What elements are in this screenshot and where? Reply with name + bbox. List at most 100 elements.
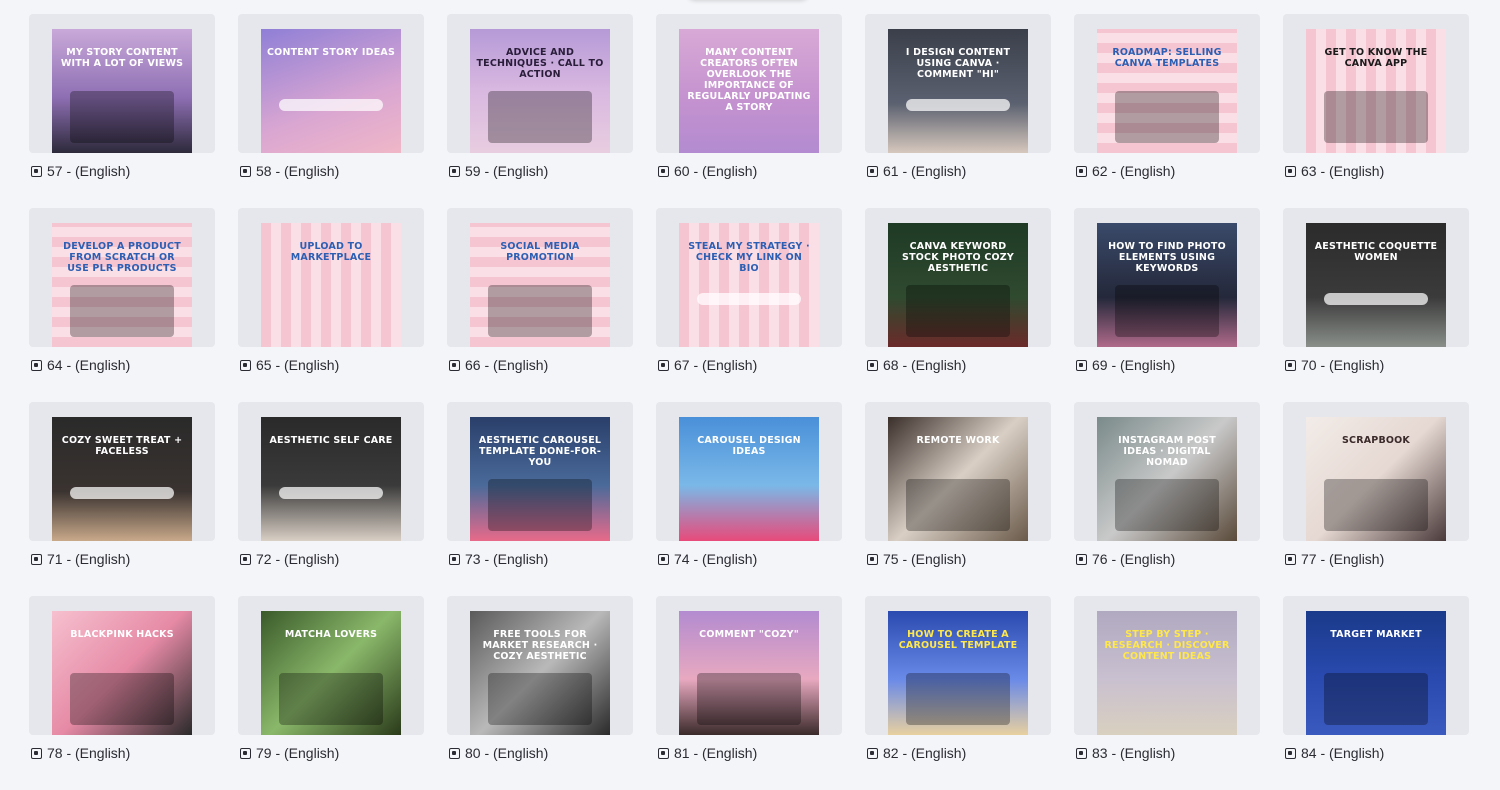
template-thumbnail[interactable]: Aesthetic self care <box>261 417 401 541</box>
template-thumbnail[interactable]: Blackpink hacks <box>52 611 192 735</box>
template-tile[interactable]: Aesthetic coquette women 70 - (English) <box>1283 208 1469 402</box>
thumbnail-frame[interactable]: Step by step · Research · Discover conte… <box>1074 596 1260 735</box>
thumbnail-frame[interactable]: Get to know the Canva app <box>1283 14 1469 153</box>
template-caption[interactable]: 63 - (English) <box>1285 163 1384 179</box>
template-tile[interactable]: Advice and techniques · Call to action 5… <box>447 14 633 208</box>
template-thumbnail[interactable]: Comment "Cozy" <box>679 611 819 735</box>
thumbnail-frame[interactable]: Carousel design ideas <box>656 402 842 541</box>
template-thumbnail[interactable]: Get to know the Canva app <box>1306 29 1446 153</box>
template-thumbnail[interactable]: Social media promotion <box>470 223 610 347</box>
template-caption[interactable]: 71 - (English) <box>31 551 130 567</box>
template-caption[interactable]: 73 - (English) <box>449 551 548 567</box>
template-caption[interactable]: 75 - (English) <box>867 551 966 567</box>
template-thumbnail[interactable]: Aesthetic coquette women <box>1306 223 1446 347</box>
template-thumbnail[interactable]: Free tools for market research · Cozy ae… <box>470 611 610 735</box>
template-thumbnail[interactable]: Advice and techniques · Call to action <box>470 29 610 153</box>
thumbnail-frame[interactable]: Instagram post ideas · Digital nomad <box>1074 402 1260 541</box>
thumbnail-frame[interactable]: Aesthetic coquette women <box>1283 208 1469 347</box>
template-thumbnail[interactable]: Upload to marketplace <box>261 223 401 347</box>
template-caption[interactable]: 76 - (English) <box>1076 551 1175 567</box>
template-thumbnail[interactable]: Steal my strategy · Check my link on bio <box>679 223 819 347</box>
template-thumbnail[interactable]: How to create a carousel template <box>888 611 1028 735</box>
thumbnail-frame[interactable]: Aesthetic self care <box>238 402 424 541</box>
template-thumbnail[interactable]: Canva keyword stock photo cozy aesthetic <box>888 223 1028 347</box>
thumbnail-frame[interactable]: Free tools for market research · Cozy ae… <box>447 596 633 735</box>
template-tile[interactable]: Aesthetic self care 72 - (English) <box>238 402 424 596</box>
template-tile[interactable]: Remote work 75 - (English) <box>865 402 1051 596</box>
template-caption[interactable]: 74 - (English) <box>658 551 757 567</box>
template-tile[interactable]: Get to know the Canva app 63 - (English) <box>1283 14 1469 208</box>
template-caption[interactable]: 78 - (English) <box>31 745 130 761</box>
template-tile[interactable]: I design content using Canva · Comment "… <box>865 14 1051 208</box>
template-caption[interactable]: 82 - (English) <box>867 745 966 761</box>
template-thumbnail[interactable]: Aesthetic carousel template done-for-you <box>470 417 610 541</box>
thumbnail-frame[interactable]: How to find photo elements using keyword… <box>1074 208 1260 347</box>
thumbnail-frame[interactable]: Scrapbook <box>1283 402 1469 541</box>
template-caption[interactable]: 61 - (English) <box>867 163 966 179</box>
thumbnail-frame[interactable]: Cozy sweet treat + faceless <box>29 402 215 541</box>
template-tile[interactable]: Step by step · Research · Discover conte… <box>1074 596 1260 790</box>
thumbnail-frame[interactable]: Comment "Cozy" <box>656 596 842 735</box>
template-thumbnail[interactable]: Target market <box>1306 611 1446 735</box>
template-thumbnail[interactable]: Roadmap: Selling Canva Templates <box>1097 29 1237 153</box>
template-tile[interactable]: Content story ideas 58 - (English) <box>238 14 424 208</box>
thumbnail-frame[interactable]: Upload to marketplace <box>238 208 424 347</box>
template-caption[interactable]: 66 - (English) <box>449 357 548 373</box>
template-thumbnail[interactable]: Instagram post ideas · Digital nomad <box>1097 417 1237 541</box>
template-thumbnail[interactable]: Cozy sweet treat + faceless <box>52 417 192 541</box>
thumbnail-frame[interactable]: Blackpink hacks <box>29 596 215 735</box>
template-thumbnail[interactable]: My story content with a lot of views <box>52 29 192 153</box>
template-tile[interactable]: How to find photo elements using keyword… <box>1074 208 1260 402</box>
thumbnail-frame[interactable]: Matcha lovers <box>238 596 424 735</box>
template-tile[interactable]: Canva keyword stock photo cozy aesthetic… <box>865 208 1051 402</box>
template-tile[interactable]: Steal my strategy · Check my link on bio… <box>656 208 842 402</box>
template-caption[interactable]: 80 - (English) <box>449 745 548 761</box>
thumbnail-frame[interactable]: Develop a product from scratch or use PL… <box>29 208 215 347</box>
template-tile[interactable]: Carousel design ideas 74 - (English) <box>656 402 842 596</box>
template-caption[interactable]: 59 - (English) <box>449 163 548 179</box>
template-caption[interactable]: 72 - (English) <box>240 551 339 567</box>
thumbnail-frame[interactable]: Steal my strategy · Check my link on bio <box>656 208 842 347</box>
template-caption[interactable]: 69 - (English) <box>1076 357 1175 373</box>
template-tile[interactable]: Develop a product from scratch or use PL… <box>29 208 215 402</box>
template-tile[interactable]: Cozy sweet treat + faceless 71 - (Englis… <box>29 402 215 596</box>
template-tile[interactable]: Upload to marketplace 65 - (English) <box>238 208 424 402</box>
thumbnail-frame[interactable]: Roadmap: Selling Canva Templates <box>1074 14 1260 153</box>
thumbnail-frame[interactable]: Social media promotion <box>447 208 633 347</box>
thumbnail-frame[interactable]: Advice and techniques · Call to action <box>447 14 633 153</box>
template-tile[interactable]: Instagram post ideas · Digital nomad 76 … <box>1074 402 1260 596</box>
thumbnail-frame[interactable]: Aesthetic carousel template done-for-you <box>447 402 633 541</box>
thumbnail-frame[interactable]: Canva keyword stock photo cozy aesthetic <box>865 208 1051 347</box>
template-caption[interactable]: 70 - (English) <box>1285 357 1384 373</box>
thumbnail-frame[interactable]: My story content with a lot of views <box>29 14 215 153</box>
template-tile[interactable]: Target market 84 - (English) <box>1283 596 1469 790</box>
template-thumbnail[interactable]: Content story ideas <box>261 29 401 153</box>
template-caption[interactable]: 62 - (English) <box>1076 163 1175 179</box>
thumbnail-frame[interactable]: Target market <box>1283 596 1469 735</box>
template-thumbnail[interactable]: Step by step · Research · Discover conte… <box>1097 611 1237 735</box>
template-tile[interactable]: Roadmap: Selling Canva Templates 62 - (E… <box>1074 14 1260 208</box>
template-caption[interactable]: 81 - (English) <box>658 745 757 761</box>
thumbnail-frame[interactable]: I design content using Canva · Comment "… <box>865 14 1051 153</box>
template-tile[interactable]: How to create a carousel template 82 - (… <box>865 596 1051 790</box>
template-caption[interactable]: 58 - (English) <box>240 163 339 179</box>
template-caption[interactable]: 77 - (English) <box>1285 551 1384 567</box>
thumbnail-frame[interactable]: Content story ideas <box>238 14 424 153</box>
template-caption[interactable]: 68 - (English) <box>867 357 966 373</box>
template-tile[interactable]: Many content creators often overlook the… <box>656 14 842 208</box>
template-caption[interactable]: 67 - (English) <box>658 357 757 373</box>
template-tile[interactable]: Free tools for market research · Cozy ae… <box>447 596 633 790</box>
template-caption[interactable]: 57 - (English) <box>31 163 130 179</box>
template-thumbnail[interactable]: Matcha lovers <box>261 611 401 735</box>
template-tile[interactable]: Aesthetic carousel template done-for-you… <box>447 402 633 596</box>
template-caption[interactable]: 60 - (English) <box>658 163 757 179</box>
thumbnail-frame[interactable]: Remote work <box>865 402 1051 541</box>
thumbnail-frame[interactable]: How to create a carousel template <box>865 596 1051 735</box>
template-thumbnail[interactable]: Remote work <box>888 417 1028 541</box>
template-thumbnail[interactable]: How to find photo elements using keyword… <box>1097 223 1237 347</box>
template-thumbnail[interactable]: Develop a product from scratch or use PL… <box>52 223 192 347</box>
template-thumbnail[interactable]: Scrapbook <box>1306 417 1446 541</box>
template-caption[interactable]: 65 - (English) <box>240 357 339 373</box>
template-thumbnail[interactable]: Carousel design ideas <box>679 417 819 541</box>
template-tile[interactable]: Scrapbook 77 - (English) <box>1283 402 1469 596</box>
